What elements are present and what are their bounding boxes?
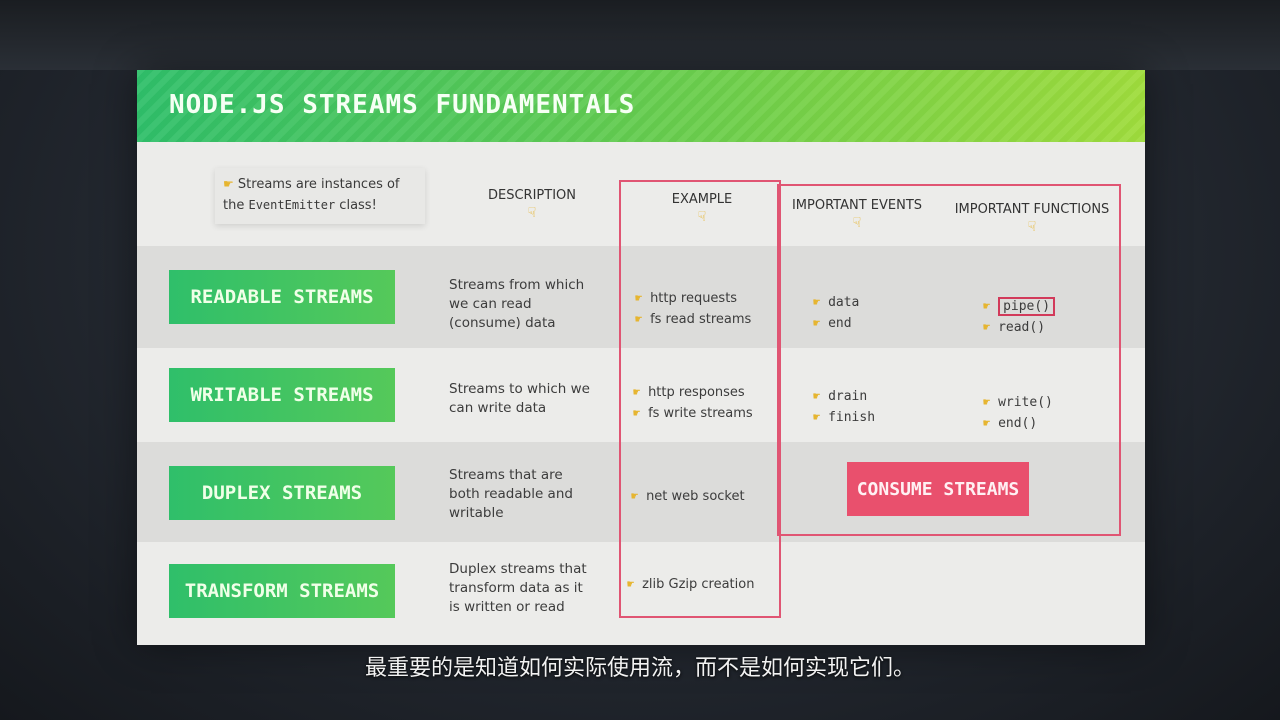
header-description-label: DESCRIPTION [488, 188, 576, 203]
duplex-streams-label: DUPLEX STREAMS [169, 466, 395, 520]
readable-streams-label: READABLE STREAMS [169, 270, 395, 324]
event-item: data [828, 295, 860, 310]
desc-line: transform data as it [449, 580, 583, 596]
desc-line: Streams to which we [449, 381, 590, 397]
example-item: http requests [650, 291, 738, 306]
function-item: end() [998, 416, 1038, 431]
pointing-hand-icon: ☛ [983, 416, 991, 430]
readable-description: Streams from which we can read (consume)… [449, 276, 609, 333]
note-line-2-prefix: the [223, 198, 249, 213]
event-item: drain [828, 389, 868, 404]
desc-line: (consume) data [449, 315, 556, 331]
example-item: net web socket [646, 489, 745, 504]
room-background [0, 0, 1280, 70]
note-box: ☛ Streams are instances of the EventEmit… [215, 168, 425, 224]
transform-streams-label: TRANSFORM STREAMS [169, 564, 395, 618]
pointing-hand-icon: ☛ [635, 291, 643, 305]
note-line-2-suffix: class! [335, 198, 377, 213]
pointing-hand-icon: ☛ [813, 389, 821, 403]
desc-line: Streams from which [449, 277, 585, 293]
pointing-hand-icon: ☛ [813, 410, 821, 424]
title-banner: NODE.JS STREAMS FUNDAMENTALS [137, 70, 1145, 142]
event-item: end [828, 316, 852, 331]
writable-streams-label: WRITABLE STREAMS [169, 368, 395, 422]
desc-line: can write data [449, 400, 547, 416]
projected-slide: NODE.JS STREAMS FUNDAMENTALS ☛ Streams a… [137, 70, 1145, 645]
function-item: write() [998, 395, 1053, 410]
function-item: read() [998, 320, 1046, 335]
header-description: DESCRIPTION ☟ [467, 188, 597, 221]
pointing-down-icon: ☟ [527, 205, 537, 221]
pointing-hand-icon: ☛ [813, 295, 821, 309]
pointing-hand-icon: ☛ [627, 577, 635, 591]
desc-line: both readable and [449, 486, 573, 502]
pointing-hand-icon: ☛ [631, 489, 639, 503]
note-code: EventEmitter [248, 198, 336, 212]
pointing-hand-icon: ☛ [983, 299, 991, 313]
pointing-hand-icon: ☛ [635, 312, 643, 326]
pointing-hand-icon: ☛ [223, 177, 234, 191]
example-item: fs read streams [650, 312, 752, 327]
transform-examples: ☛ zlib Gzip creation [627, 574, 754, 595]
example-item: http responses [648, 385, 745, 400]
writable-description: Streams to which we can write data [449, 380, 609, 418]
desc-line: Streams that are [449, 467, 563, 483]
readable-functions: ☛ pipe() ☛ read() [983, 296, 1056, 338]
writable-examples: ☛ http responses ☛ fs write streams [633, 382, 753, 424]
pointing-hand-icon: ☛ [633, 385, 641, 399]
slide-title: NODE.JS STREAMS FUNDAMENTALS [169, 90, 636, 120]
function-item-highlighted: pipe() [998, 297, 1056, 316]
desc-line: writable [449, 505, 504, 521]
desc-line: Duplex streams that [449, 561, 587, 577]
pointing-hand-icon: ☛ [813, 316, 821, 330]
writable-functions: ☛ write() ☛ end() [983, 392, 1053, 434]
example-item: fs write streams [648, 406, 753, 421]
duplex-description: Streams that are both readable and writa… [449, 466, 609, 523]
pointing-hand-icon: ☛ [983, 320, 991, 334]
desc-line: we can read [449, 296, 532, 312]
event-item: finish [828, 410, 876, 425]
desc-line: is written or read [449, 599, 565, 615]
video-subtitle: 最重要的是知道如何实际使用流，而不是如何实现它们。 [364, 656, 915, 681]
duplex-examples: ☛ net web socket [631, 486, 745, 507]
note-line-1: Streams are instances of [237, 177, 400, 192]
example-item: zlib Gzip creation [642, 577, 755, 592]
writable-events: ☛ drain ☛ finish [813, 386, 875, 428]
readable-events: ☛ data ☛ end [813, 292, 859, 334]
readable-examples: ☛ http requests ☛ fs read streams [635, 288, 751, 330]
pointing-hand-icon: ☛ [633, 406, 641, 420]
consume-streams-label: CONSUME STREAMS [847, 462, 1029, 516]
transform-description: Duplex streams that transform data as it… [449, 560, 609, 617]
pointing-hand-icon: ☛ [983, 395, 991, 409]
